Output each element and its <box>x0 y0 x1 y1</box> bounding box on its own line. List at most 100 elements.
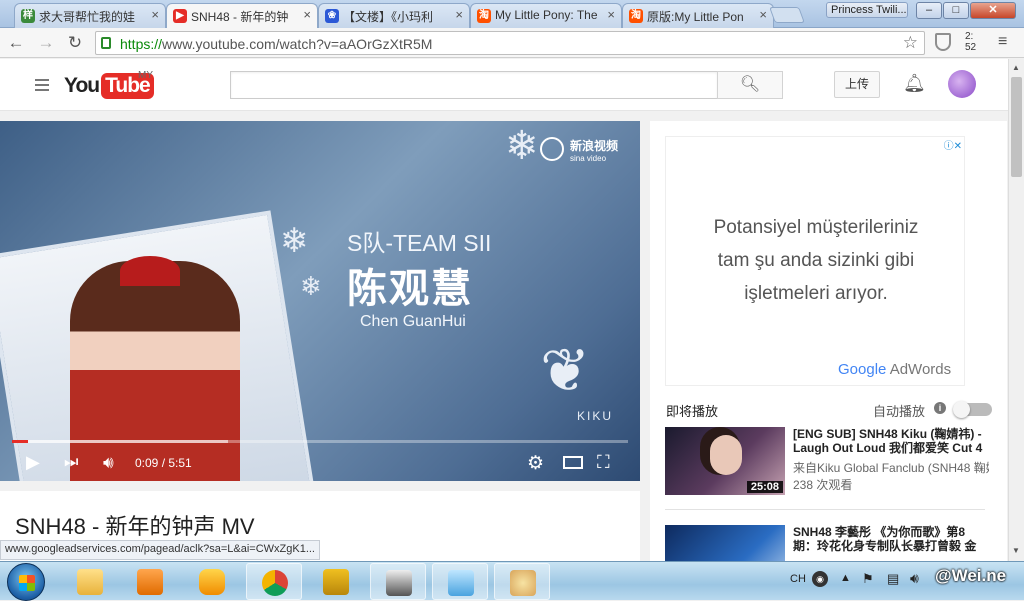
maximize-button[interactable]: □ <box>943 2 969 19</box>
upload-button[interactable]: 上传 <box>834 71 880 98</box>
tab-title: My Little Pony: The <box>495 8 598 22</box>
autoplay-label: 自动播放 <box>873 404 926 419</box>
next-icon[interactable]: ⏭︎ <box>64 454 78 472</box>
close-tab-icon[interactable]: × <box>607 7 615 22</box>
volume-tray-icon[interactable]: 🔊︎ <box>910 570 919 587</box>
taobao-favicon-icon: 淘 <box>629 9 643 23</box>
close-tab-icon[interactable]: × <box>455 7 463 22</box>
raccoon-icon <box>386 570 412 596</box>
folder-icon <box>77 569 103 595</box>
scroll-up-arrow-icon[interactable]: ▲ <box>1012 63 1020 72</box>
media-player-taskbar-button[interactable] <box>122 563 178 600</box>
tab-title: 求大哥帮忙我的娃 <box>39 10 136 24</box>
network-icon[interactable]: ▤ <box>887 571 899 587</box>
video-frame-figure <box>70 261 240 481</box>
adchoices-icon[interactable]: ⓘ✕ <box>944 137 962 152</box>
close-tab-icon[interactable]: × <box>303 7 311 22</box>
holly-icon: ❦ <box>540 337 591 404</box>
close-tab-icon[interactable]: × <box>759 7 767 22</box>
youtube-header: You Tube MY 🔍︎ 上传 🔔︎ <box>0 59 1008 111</box>
search-icon: 🔍︎ <box>739 76 761 93</box>
close-window-button[interactable]: ✕ <box>970 2 1016 19</box>
scroll-down-arrow-icon[interactable]: ▼ <box>1012 546 1020 555</box>
buffer-bar <box>12 440 228 443</box>
shield-extension-icon[interactable] <box>935 33 951 51</box>
search-input[interactable] <box>230 71 718 99</box>
fullscreen-icon[interactable]: ⛶ <box>597 452 610 473</box>
bookmark-star-icon[interactable]: ☆ <box>903 33 918 53</box>
video-thumbnail[interactable]: 25:08 <box>665 427 785 495</box>
progress-fill <box>12 440 29 443</box>
address-bar[interactable]: https://www.youtube.com/watch?v=aAOrGzXt… <box>95 31 925 55</box>
close-tab-icon[interactable]: × <box>151 7 159 22</box>
profile-button[interactable]: Princess Twili... <box>826 2 908 18</box>
input-language[interactable]: CH <box>790 573 806 585</box>
windows-logo-icon <box>19 575 35 591</box>
settings-gear-icon[interactable]: ⚙ <box>527 452 544 475</box>
tab-1[interactable]: 样 求大哥帮忙我的娃 × <box>14 3 166 28</box>
adwords-word: AdWords <box>886 361 952 378</box>
paint-taskbar-button[interactable] <box>494 563 550 600</box>
overlay-name-en: Chen GuanHui <box>360 313 466 330</box>
play-icon[interactable]: ▶ <box>26 452 40 473</box>
account-avatar[interactable] <box>948 70 976 98</box>
chrome-taskbar-button[interactable] <box>246 563 302 600</box>
windows-taskbar: CH ◉ ▲ ⚑ ▤ 🔊︎ <box>0 561 1024 601</box>
reload-icon[interactable]: ↻ <box>65 33 85 53</box>
recommended-title[interactable]: [ENG SUB] SNH48 Kiku (鞠婧祎) - Laugh Out L… <box>793 427 989 455</box>
browser-toolbar: ← → ↻ https://www.youtube.com/watch?v=aA… <box>0 28 1024 58</box>
page-scrollbar[interactable]: ▲ ▼ <box>1008 59 1024 561</box>
video-duration: 25:08 <box>746 481 783 493</box>
guide-menu-icon[interactable] <box>35 79 49 94</box>
tab-3[interactable]: ❀ 【文楼】《小玛利 × <box>318 3 470 28</box>
notepad-taskbar-button[interactable] <box>432 563 488 600</box>
sina-watermark-en: sina video <box>570 154 607 163</box>
info-icon[interactable]: i <box>934 402 946 414</box>
minimize-button[interactable]: – <box>916 2 942 19</box>
tab-4[interactable]: 淘 My Little Pony: The × <box>470 3 622 28</box>
progress-bar[interactable] <box>12 440 628 443</box>
snowflake-icon: ❄ <box>280 222 309 260</box>
volume-icon[interactable]: 🔊︎ <box>103 453 114 473</box>
google-word: Google <box>838 361 887 378</box>
recommended-title[interactable]: SNH48 李藝彤 《为你而歌》第8期：玲花化身专制队长暴打曾毅 金 <box>793 525 989 553</box>
sina-eye-icon <box>540 137 564 161</box>
video-frame-hat <box>120 256 180 286</box>
show-hidden-icons-arrow-icon[interactable]: ▲ <box>840 572 851 584</box>
tab-5[interactable]: 淘 原版:My Little Pon × <box>622 3 774 28</box>
url-text: https://www.youtube.com/watch?v=aAOrGzXt… <box>120 36 432 52</box>
media-player-icon <box>137 569 163 595</box>
logo-you: You <box>64 74 100 97</box>
video-player[interactable]: ❄ ❄ ❄ ❦ S队-TEAM SII 陈观慧 Chen GuanHui 新浪视… <box>0 121 640 481</box>
clock-extension-text: 2: 52 <box>965 31 977 53</box>
back-arrow-icon[interactable]: ← <box>6 33 26 53</box>
toggle-knob <box>953 401 970 418</box>
ad-line-1: Potansiyel müşterileriniz <box>713 217 919 238</box>
scrollbar-thumb[interactable] <box>1011 77 1022 177</box>
action-center-icon[interactable]: ⚑ <box>862 571 874 587</box>
ime-icon[interactable]: ◉ <box>812 571 828 587</box>
google-adwords-logo: Google AdWords <box>838 361 951 378</box>
start-button[interactable] <box>7 563 45 601</box>
menu-icon[interactable]: ≡ <box>998 33 1007 51</box>
truck-game-taskbar-button[interactable] <box>308 563 364 600</box>
youtube-favicon-icon: ▶ <box>173 9 187 23</box>
snowflake-icon: ❄ <box>505 124 539 168</box>
new-tab-button[interactable] <box>769 7 805 23</box>
theater-mode-icon[interactable] <box>563 456 583 469</box>
recommended-video[interactable]: 25:08 [ENG SUB] SNH48 Kiku (鞠婧祎) - Laugh… <box>665 427 989 497</box>
region-code: MY <box>138 70 153 81</box>
youtube-logo[interactable]: You Tube MY <box>64 70 154 99</box>
search-button[interactable]: 🔍︎ <box>717 71 783 99</box>
notifications-bell-icon[interactable]: 🔔︎ <box>903 73 926 94</box>
forward-arrow-icon[interactable]: → <box>36 33 56 53</box>
chrome-icon <box>262 570 288 596</box>
explorer-taskbar-button[interactable] <box>62 563 118 600</box>
app-taskbar-button[interactable] <box>370 563 426 600</box>
k-app-taskbar-button[interactable] <box>184 563 240 600</box>
notepad-icon <box>448 570 474 596</box>
clock-extension[interactable]: 2: 52 <box>965 31 976 53</box>
autoplay-toggle[interactable] <box>953 401 992 418</box>
tab-2-active[interactable]: ▶ SNH48 - 新年的钟 × <box>166 3 318 28</box>
adwords-ad[interactable]: ⓘ✕ Potansiyel müşterileriniz tam şu anda… <box>665 136 965 386</box>
